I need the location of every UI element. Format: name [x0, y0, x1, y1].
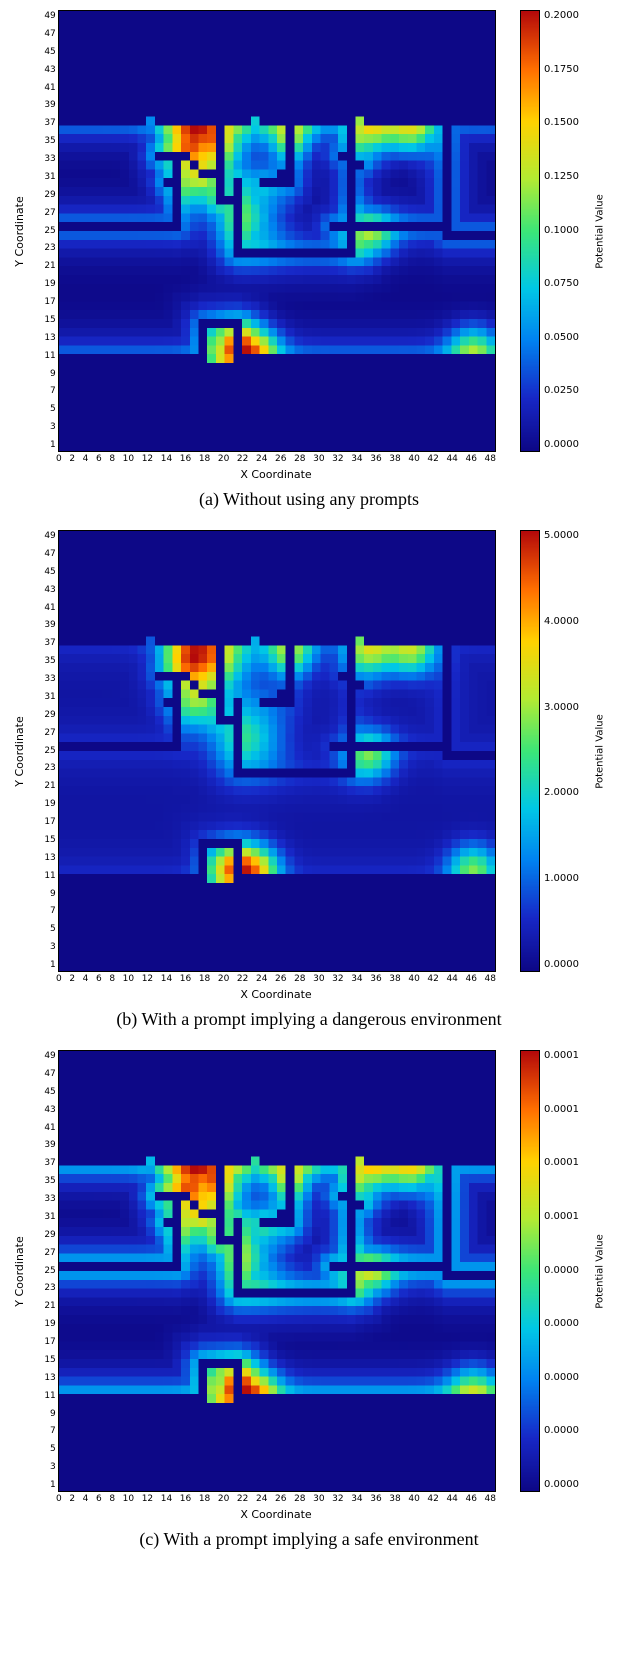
subplot-caption: (b) With a prompt implying a dangerous e… — [10, 1009, 608, 1030]
colorbar-label: Potential Value — [595, 1234, 606, 1308]
y-axis-label: Y Coordinate — [13, 196, 26, 267]
subplot-caption: (a) Without using any prompts — [10, 489, 608, 510]
x-axis-ticks: 0246810121416182022242628303234363840424… — [56, 972, 496, 984]
colorbar-ticks: 0.00010.00010.00010.00010.00000.00000.00… — [540, 1050, 592, 1490]
y-axis-label: Y Coordinate — [13, 716, 26, 787]
y-axis-ticks: 1357911131517192123252729313335373941434… — [28, 1050, 58, 1492]
y-axis-label: Y Coordinate — [13, 1236, 26, 1307]
x-axis-ticks: 0246810121416182022242628303234363840424… — [56, 1492, 496, 1504]
colorbar-ticks: 5.00004.00003.00002.00001.00000.0000 — [540, 530, 592, 970]
chart-panel-1: Y Coordinate1357911131517192123252729313… — [10, 530, 608, 1030]
x-axis-label: X Coordinate — [56, 468, 496, 481]
colorbar — [520, 10, 540, 452]
colorbar-label: Potential Value — [595, 714, 606, 788]
colorbar-ticks: 0.20000.17500.15000.12500.10000.07500.05… — [540, 10, 592, 450]
x-axis-ticks: 0246810121416182022242628303234363840424… — [56, 452, 496, 464]
colorbar — [520, 1050, 540, 1492]
colorbar-label: Potential Value — [595, 194, 606, 268]
heatmap-0 — [58, 10, 496, 452]
chart-panel-0: Y Coordinate1357911131517192123252729313… — [10, 10, 608, 510]
subplot-caption: (c) With a prompt implying a safe enviro… — [10, 1529, 608, 1550]
x-axis-label: X Coordinate — [56, 1508, 496, 1521]
heatmap-1 — [58, 530, 496, 972]
y-axis-ticks: 1357911131517192123252729313335373941434… — [28, 530, 58, 972]
chart-panel-2: Y Coordinate1357911131517192123252729313… — [10, 1050, 608, 1550]
heatmap-2 — [58, 1050, 496, 1492]
x-axis-label: X Coordinate — [56, 988, 496, 1001]
colorbar — [520, 530, 540, 972]
y-axis-ticks: 1357911131517192123252729313335373941434… — [28, 10, 58, 452]
